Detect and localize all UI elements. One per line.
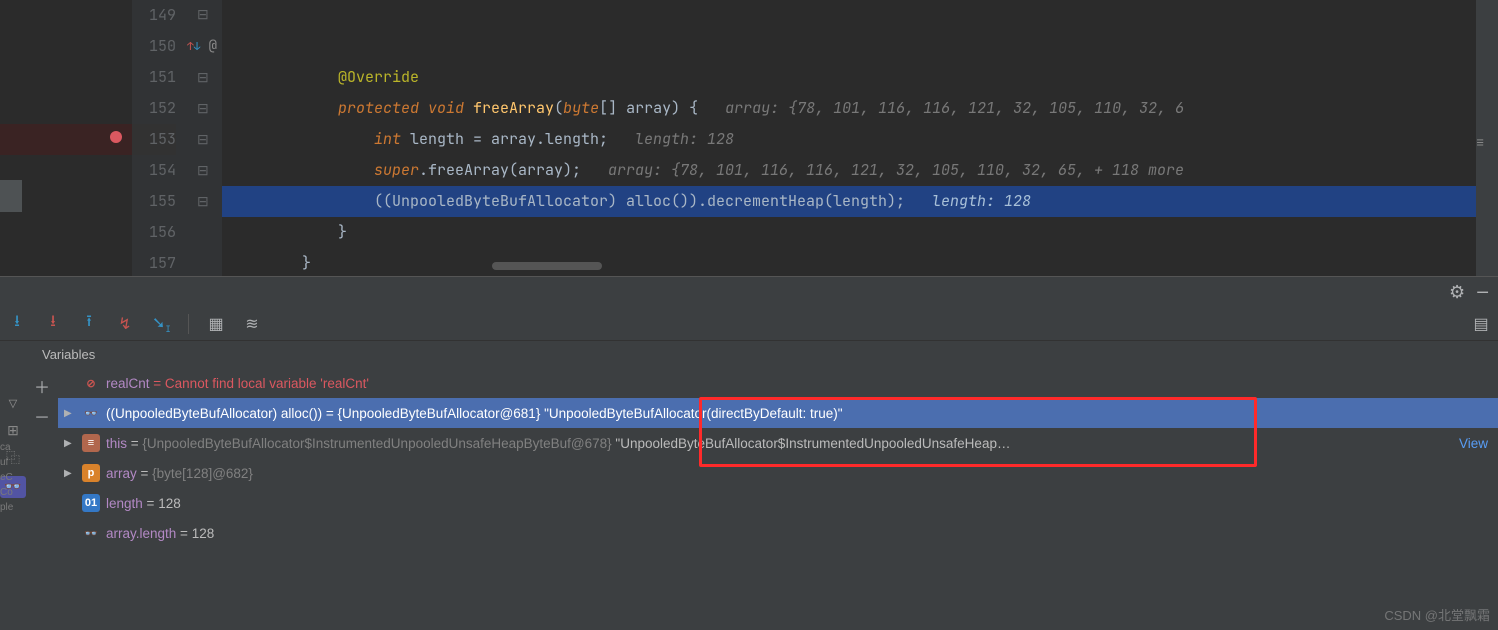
this-icon: ≡ — [82, 434, 100, 452]
group-icon[interactable]: ⊞ — [7, 422, 19, 440]
variable-row[interactable]: ▶parray = {byte[128]@682} — [58, 458, 1498, 488]
line-number-gutter[interactable]: 149150151152153154155156157 — [132, 0, 182, 276]
breakpoint-icon[interactable] — [110, 131, 122, 143]
variables-title: Variables — [26, 341, 1498, 368]
left-tool-tab[interactable] — [0, 180, 22, 212]
drop-frame-icon[interactable]: ↯ — [116, 313, 134, 334]
variables-buttons: ＋ － — [26, 368, 58, 630]
param-icon: p — [82, 464, 100, 482]
variable-row[interactable]: 👓array.length = 128 — [58, 518, 1498, 548]
debug-panel: ⚙ — ⭳ ⭳ ⭱ ↯ ➘I ▦ ≋ ▤ ▽ ⊞ ⿻ 👓 Variables ＋… — [0, 276, 1498, 630]
error-icon: ⊘ — [82, 374, 100, 392]
code-editor[interactable]: 149150151152153154155156157 ⊟↑↓ @⊟⊟⊟⊟⊟ @… — [0, 0, 1476, 276]
right-tool-rail[interactable]: ≡ Database ◫ SciView — [1476, 0, 1498, 276]
minimize-icon[interactable]: — — [1477, 281, 1488, 304]
debug-panel-header: ⚙ — — [0, 277, 1498, 307]
filter-icon[interactable]: ▽ — [9, 396, 17, 414]
gear-icon[interactable]: ⚙ — [1449, 281, 1465, 304]
watermark: CSDN @北堂飘霜 — [1384, 605, 1490, 624]
evaluate-icon[interactable]: ▦ — [207, 313, 225, 334]
toolbar-divider — [188, 314, 189, 334]
layout-icon[interactable]: ▤ — [1472, 313, 1490, 334]
add-watch-icon[interactable]: ＋ — [34, 374, 50, 398]
variable-row[interactable]: ⊘realCnt = Cannot find local variable 'r… — [58, 368, 1498, 398]
variable-row[interactable]: ▶≡this = {UnpooledByteBufAllocator$Instr… — [58, 428, 1498, 458]
remove-watch-icon[interactable]: － — [34, 404, 50, 428]
glasses-icon: 👓 — [82, 404, 100, 422]
step-into-icon[interactable]: ⭳ — [8, 310, 26, 337]
trace-icon[interactable]: ≋ — [243, 313, 261, 334]
debug-toolbar: ⭳ ⭳ ⭱ ↯ ➘I ▦ ≋ ▤ — [0, 307, 1498, 341]
variable-row[interactable]: 01length = 128 — [58, 488, 1498, 518]
glasses-icon: 👓 — [82, 524, 100, 542]
step-out-icon[interactable]: ⭱ — [80, 310, 98, 337]
gutter-icons: ⊟↑↓ @⊟⊟⊟⊟⊟ — [182, 0, 222, 276]
code-area[interactable]: @Override protected void freeArray(byte[… — [222, 0, 1476, 276]
database-icon[interactable]: ≡ — [1476, 134, 1484, 152]
view-link[interactable]: View — [1459, 436, 1488, 451]
left-cutoff-text: caufeCCople — [0, 440, 26, 515]
primitive-icon: 01 — [82, 494, 100, 512]
variables-list[interactable]: ⊘realCnt = Cannot find local variable 'r… — [58, 368, 1498, 630]
horizontal-scrollbar[interactable] — [492, 262, 602, 270]
editor-left-padding — [0, 0, 132, 276]
step-into-force-icon[interactable]: ⭳ — [44, 310, 62, 337]
variable-row[interactable]: ▶👓((UnpooledByteBufAllocator) alloc()) =… — [58, 398, 1498, 428]
run-to-cursor-icon[interactable]: ➘I — [152, 312, 170, 335]
